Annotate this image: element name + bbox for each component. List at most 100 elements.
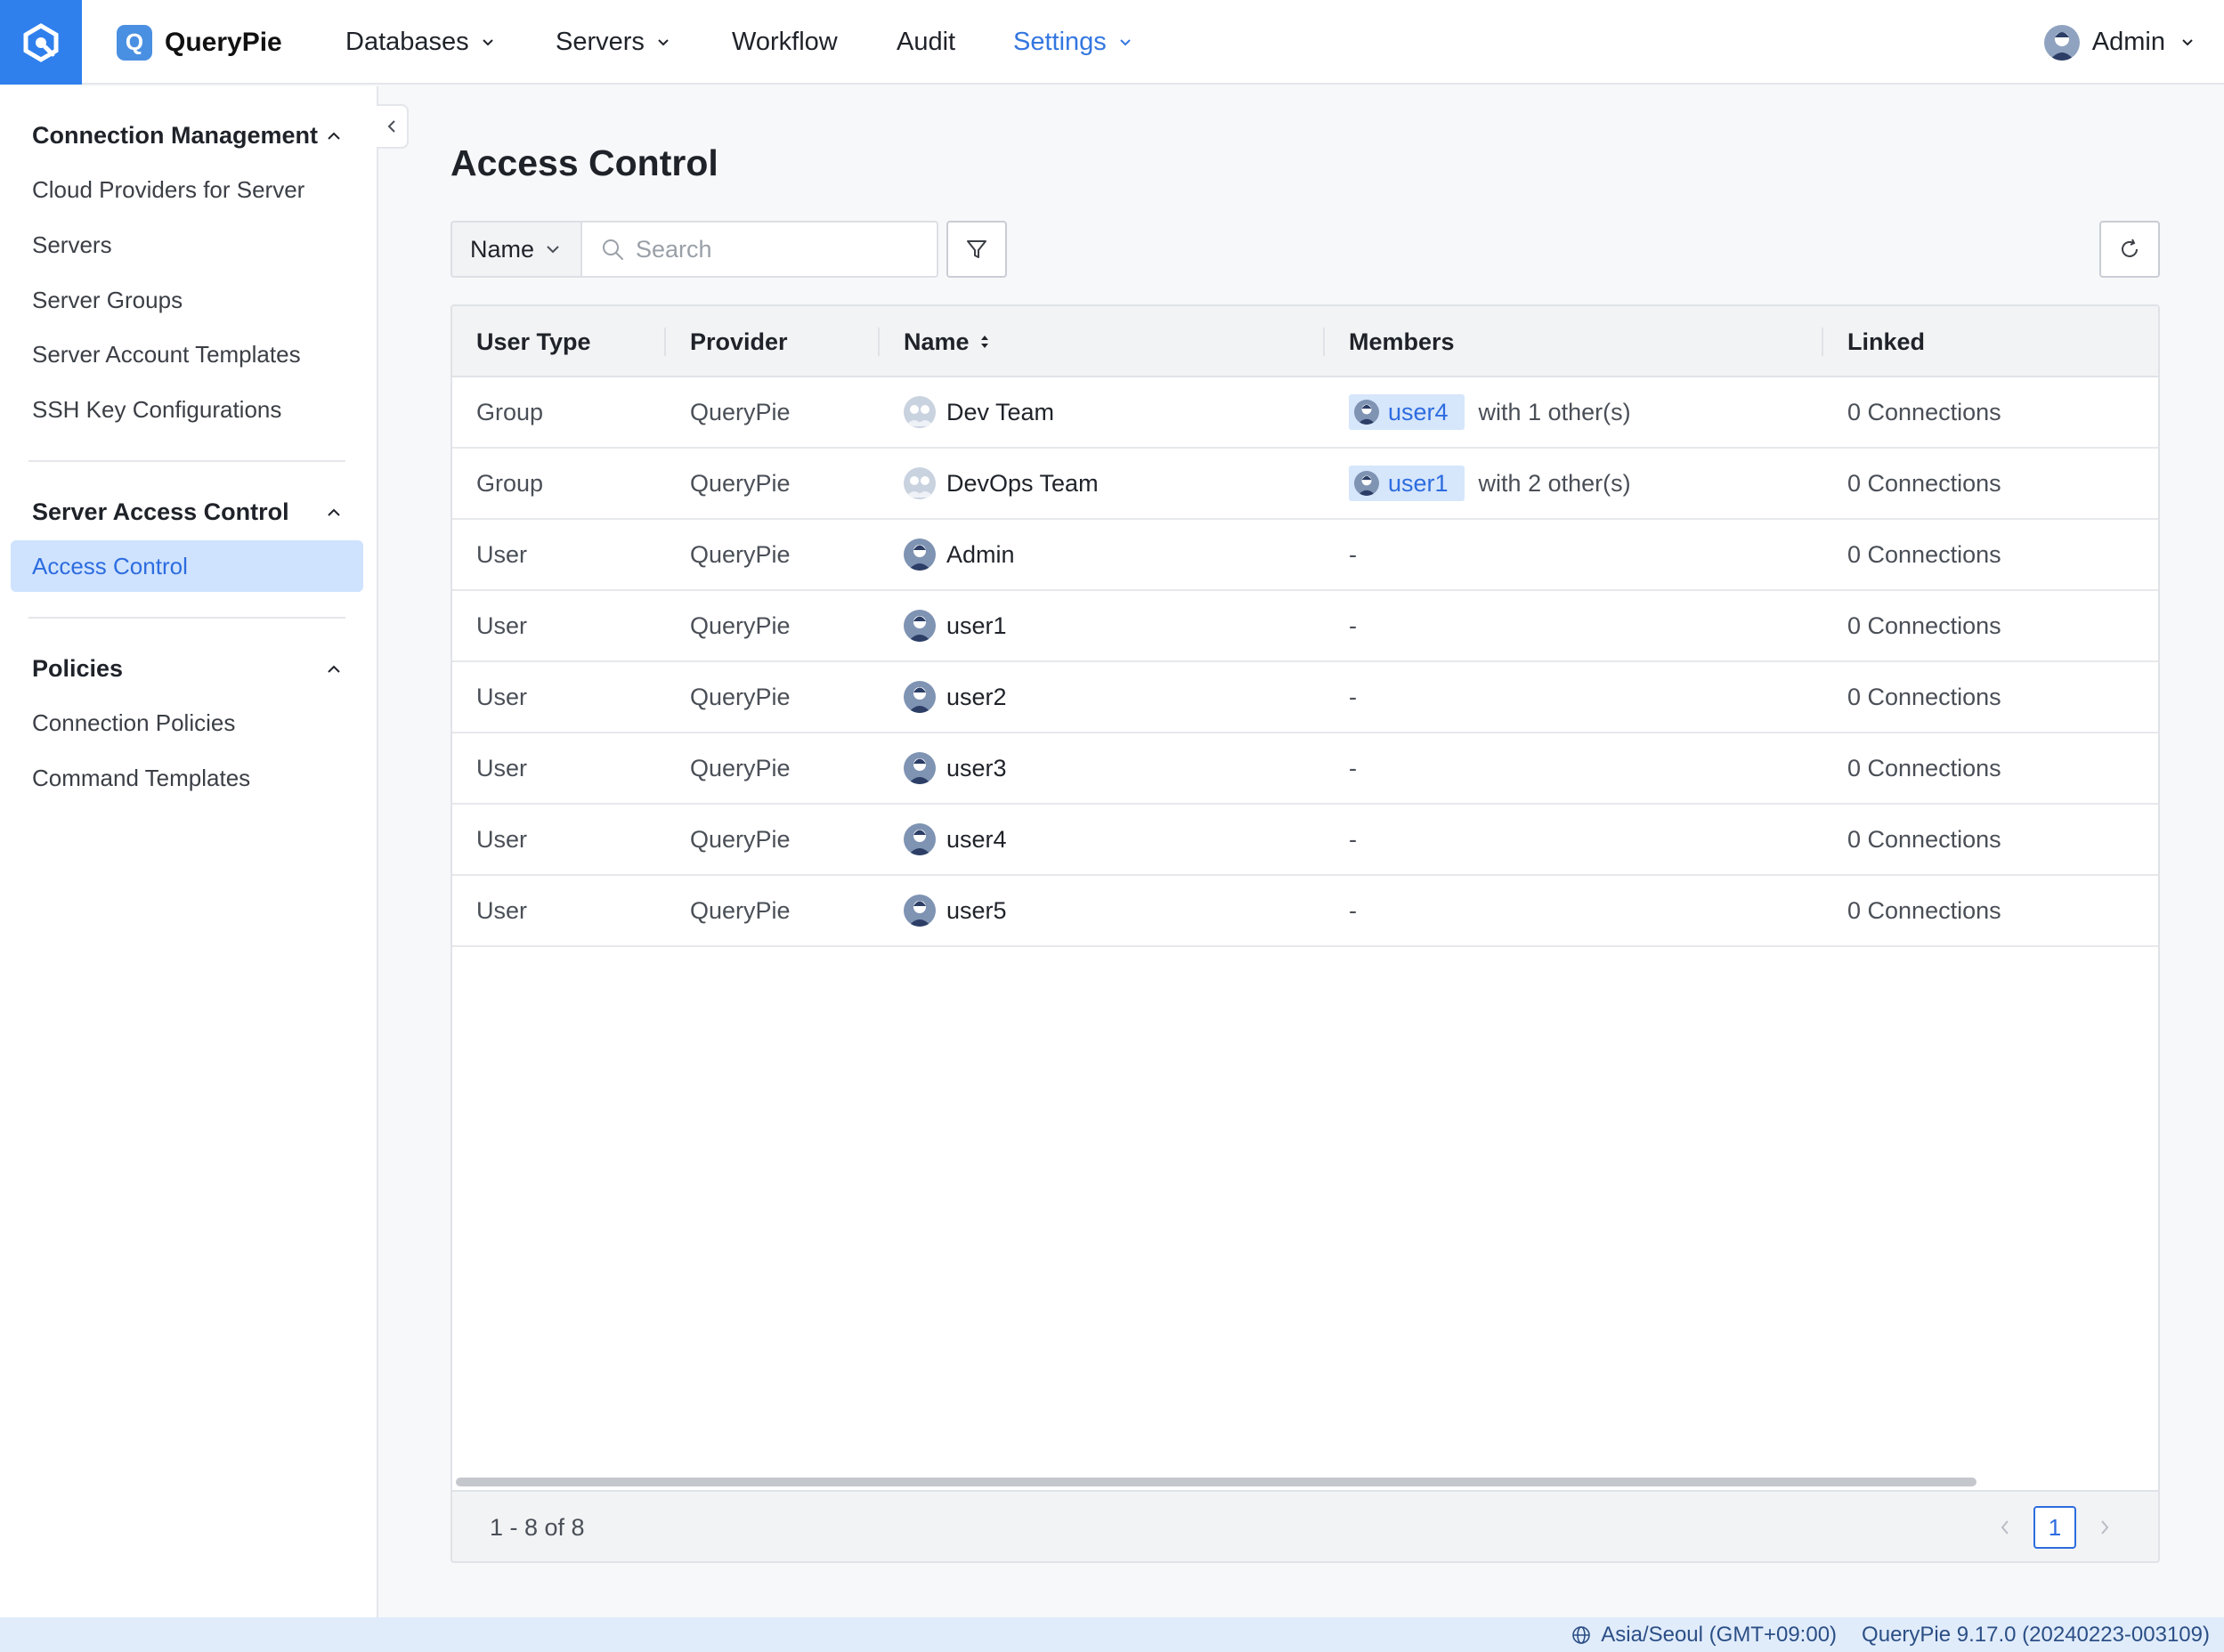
name-cell[interactable]: Admin	[904, 520, 1015, 589]
table-row[interactable]: User QueryPie user3 - 0 Connections	[452, 733, 2158, 805]
horizontal-scrollbar[interactable]	[456, 1478, 1976, 1486]
nav-databases[interactable]: Databases	[345, 0, 498, 85]
linked-cell: 0 Connections	[1847, 825, 2001, 853]
provider-cell: QueryPie	[690, 398, 791, 425]
name-cell[interactable]: user2	[904, 662, 1007, 732]
members-cell: user4 with 1 other(s)	[1349, 377, 1631, 447]
chevron-left-icon[interactable]	[1996, 1517, 2014, 1538]
nav-servers-label: Servers	[556, 28, 645, 56]
table-header: User Type Provider Name Members Linked	[452, 306, 2158, 377]
member-tag[interactable]: user4	[1349, 394, 1465, 430]
sidebar-item-connection-policies[interactable]: Connection Policies	[32, 709, 235, 737]
members-cell: -	[1349, 540, 1357, 568]
name-label: user1	[946, 611, 1007, 639]
group-avatar-icon	[904, 467, 936, 499]
pagination: 1	[1996, 1492, 2114, 1561]
nav-settings[interactable]: Settings	[1013, 0, 1135, 85]
provider-cell: QueryPie	[690, 896, 791, 924]
table-row[interactable]: User QueryPie user5 - 0 Connections	[452, 876, 2158, 947]
user-avatar-icon	[904, 895, 936, 927]
page-number-button[interactable]: 1	[2033, 1506, 2076, 1549]
sidebar-item-ssh-key-configurations[interactable]: SSH Key Configurations	[32, 396, 281, 424]
querypie-logo-icon[interactable]	[0, 0, 82, 85]
name-cell[interactable]: user5	[904, 876, 1007, 945]
group-avatar-icon	[904, 396, 936, 428]
name-cell[interactable]: user4	[904, 805, 1007, 874]
member-tag[interactable]: user1	[1349, 466, 1465, 501]
sidebar-divider	[28, 617, 345, 619]
linked-cell: 0 Connections	[1847, 754, 2001, 781]
sort-icon[interactable]	[978, 332, 991, 352]
name-label: user2	[946, 683, 1007, 710]
name-label: Admin	[946, 540, 1015, 568]
user-type-cell: User	[476, 825, 528, 853]
chevron-down-icon	[482, 38, 493, 45]
sidebar-collapse-button[interactable]	[377, 104, 409, 149]
linked-cell: 0 Connections	[1847, 469, 2001, 497]
brand-q-icon: Q	[117, 24, 152, 61]
members-cell: -	[1349, 611, 1357, 639]
sidebar-item-server-groups[interactable]: Server Groups	[32, 287, 183, 314]
sidebar: Connection Management Cloud Providers fo…	[0, 86, 378, 1617]
name-cell[interactable]: user1	[904, 591, 1007, 660]
linked-cell: 0 Connections	[1847, 611, 2001, 639]
nav-workflow-label: Workflow	[732, 28, 838, 56]
filter-field-select[interactable]: Name	[450, 221, 582, 278]
chevron-up-icon	[328, 132, 340, 140]
table-row[interactable]: User QueryPie Admin - 0 Connections	[452, 520, 2158, 591]
table-row[interactable]: Group QueryPie Dev Team user4 with 1 oth…	[452, 377, 2158, 449]
table-row[interactable]: User QueryPie user2 - 0 Connections	[452, 662, 2158, 733]
name-cell[interactable]: DevOps Team	[904, 449, 1099, 518]
sidebar-item-command-templates[interactable]: Command Templates	[32, 765, 250, 792]
nav-audit[interactable]: Audit	[897, 0, 955, 85]
sidebar-divider	[28, 460, 345, 462]
user-type-cell: Group	[476, 469, 544, 497]
members-cell: -	[1349, 825, 1357, 853]
column-resize-handle[interactable]	[1323, 328, 1325, 356]
timezone-indicator[interactable]: Asia/Seoul (GMT+09:00)	[1571, 1623, 1837, 1648]
table-row[interactable]: Group QueryPie DevOps Team user1 with 2 …	[452, 449, 2158, 520]
user-avatar-icon	[904, 752, 936, 784]
filter-button[interactable]	[946, 221, 1007, 278]
filter-icon	[967, 240, 986, 258]
linked-cell: 0 Connections	[1847, 398, 2001, 425]
user-type-cell: User	[476, 540, 528, 568]
members-cell: user1 with 2 other(s)	[1349, 449, 1631, 518]
sidebar-item-servers[interactable]: Servers	[32, 231, 112, 259]
table-row[interactable]: User QueryPie user1 - 0 Connections	[452, 591, 2158, 662]
sidebar-section-policies[interactable]: Policies	[32, 655, 345, 683]
column-header-name[interactable]: Name	[904, 306, 991, 377]
search-input[interactable]	[636, 235, 921, 263]
name-label: user4	[946, 825, 1007, 853]
chevron-down-icon	[547, 246, 559, 254]
refresh-icon	[2122, 239, 2138, 257]
chevron-right-icon[interactable]	[2096, 1517, 2114, 1538]
name-label: DevOps Team	[946, 469, 1099, 497]
sidebar-section-connection-management[interactable]: Connection Management	[32, 122, 345, 150]
user-avatar-icon	[904, 610, 936, 642]
sidebar-item-access-control[interactable]: Access Control	[11, 540, 363, 592]
column-header-user-type[interactable]: User Type	[476, 306, 591, 377]
column-resize-handle[interactable]	[664, 328, 666, 356]
version-text: QueryPie 9.17.0 (20240223-003109)	[1862, 1622, 2210, 1647]
sidebar-section-server-access-control[interactable]: Server Access Control	[32, 498, 345, 526]
table-row[interactable]: User QueryPie user4 - 0 Connections	[452, 805, 2158, 876]
nav-servers[interactable]: Servers	[556, 0, 673, 85]
user-avatar-icon	[904, 823, 936, 855]
refresh-button[interactable]	[2099, 221, 2160, 278]
name-cell[interactable]: Dev Team	[904, 377, 1054, 447]
nav-workflow[interactable]: Workflow	[732, 0, 838, 85]
column-header-provider[interactable]: Provider	[690, 306, 788, 377]
name-cell[interactable]: user3	[904, 733, 1007, 803]
column-resize-handle[interactable]	[878, 328, 880, 356]
column-resize-handle[interactable]	[1822, 328, 1823, 356]
sidebar-item-server-account-templates[interactable]: Server Account Templates	[32, 341, 301, 368]
column-header-linked[interactable]: Linked	[1847, 306, 1925, 377]
members-cell: -	[1349, 683, 1357, 710]
status-bar: Asia/Seoul (GMT+09:00) QueryPie 9.17.0 (…	[0, 1617, 2224, 1652]
column-header-members[interactable]: Members	[1349, 306, 1455, 377]
brand[interactable]: Q QueryPie	[117, 0, 282, 85]
sidebar-item-cloud-providers[interactable]: Cloud Providers for Server	[32, 176, 304, 204]
user-menu[interactable]: Admin	[2043, 0, 2197, 85]
chevron-down-icon	[658, 38, 669, 45]
